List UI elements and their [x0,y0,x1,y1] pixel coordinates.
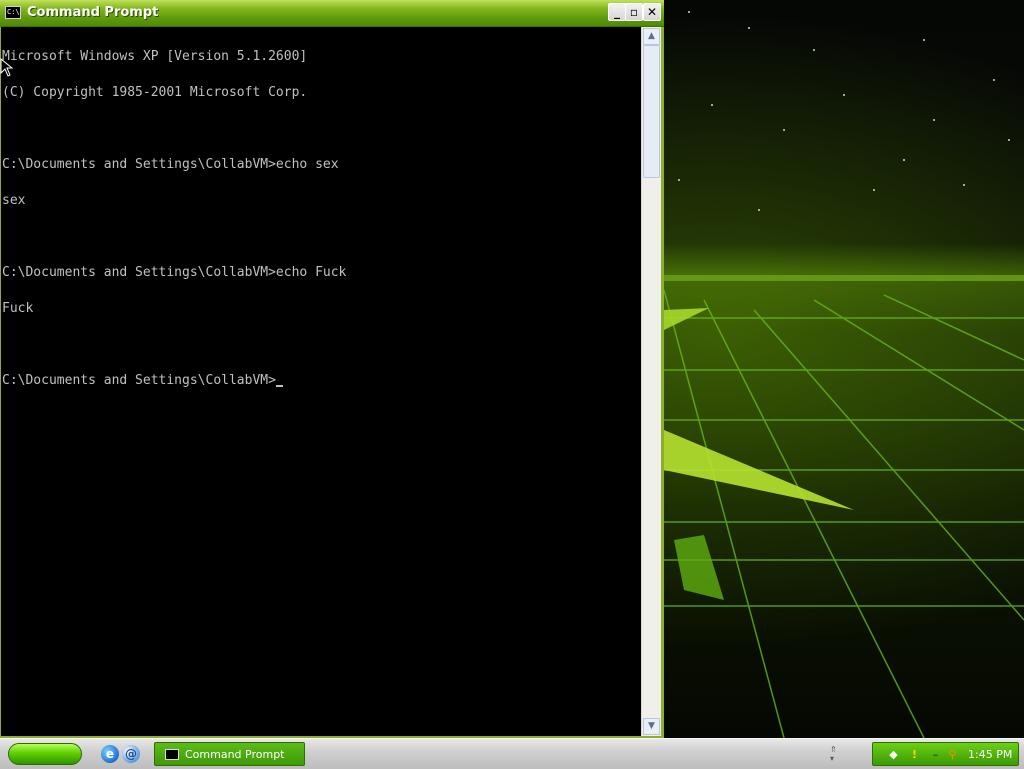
command-prompt-icon: C:\ [5,6,21,19]
console-line: Fuck [2,301,34,316]
scroll-thumb[interactable] [643,45,660,178]
network-icon[interactable]: ◆ [887,748,900,761]
close-button[interactable]: ✕ [643,3,661,21]
minimize-button[interactable]: _ [608,3,626,21]
start-button[interactable] [8,743,82,765]
window-title: Command Prompt [27,5,159,20]
mouse-pointer-icon [0,58,14,77]
vertical-scrollbar[interactable]: ▲ ▼ [641,27,661,736]
command-prompt-icon [165,749,179,760]
console-output[interactable]: Microsoft Windows XP [Version 5.1.2600] … [1,27,641,736]
console-prompt-line[interactable]: C:\Documents and Settings\CollabVM> [1,373,641,388]
taskbar: e @ Command Prompt ⇑ ▾ ◆ ! – ⚲ 1:45 PM [0,738,1024,769]
command-prompt-window[interactable]: C:\ Command Prompt _ ▫ ✕ Microsoft Windo… [0,0,664,738]
console-line: C:\Documents and Settings\CollabVM>echo … [2,265,347,280]
text-cursor [275,385,283,387]
console-prompt: C:\Documents and Settings\CollabVM> [2,373,276,388]
scroll-up-button[interactable]: ▲ [643,28,660,45]
clock[interactable]: 1:45 PM [968,748,1012,761]
show-desktop-icon[interactable]: @ [122,745,140,763]
taskbar-button-label: Command Prompt [185,748,285,761]
console-line: Microsoft Windows XP [Version 5.1.2600] [2,49,308,64]
console-line: (C) Copyright 1985-2001 Microsoft Corp. [2,85,308,100]
scroll-down-button[interactable]: ▼ [643,718,660,735]
volume-icon[interactable]: – [929,748,942,761]
wallpaper-grid [664,11,1024,738]
tray-expand-icon[interactable]: ⇑ ▾ [830,745,837,763]
system-tray: ◆ ! – ⚲ 1:45 PM [872,742,1019,766]
console-line: sex [2,193,26,208]
taskbar-button-command-prompt[interactable]: Command Prompt [154,742,305,766]
internet-explorer-icon[interactable]: e [101,745,119,763]
window-titlebar[interactable]: C:\ Command Prompt _ ▫ ✕ [0,0,664,27]
console-line: C:\Documents and Settings\CollabVM>echo … [2,157,339,172]
search-icon[interactable]: ⚲ [946,748,959,761]
security-shield-icon[interactable]: ! [908,748,921,761]
maximize-button[interactable]: ▫ [625,3,643,21]
